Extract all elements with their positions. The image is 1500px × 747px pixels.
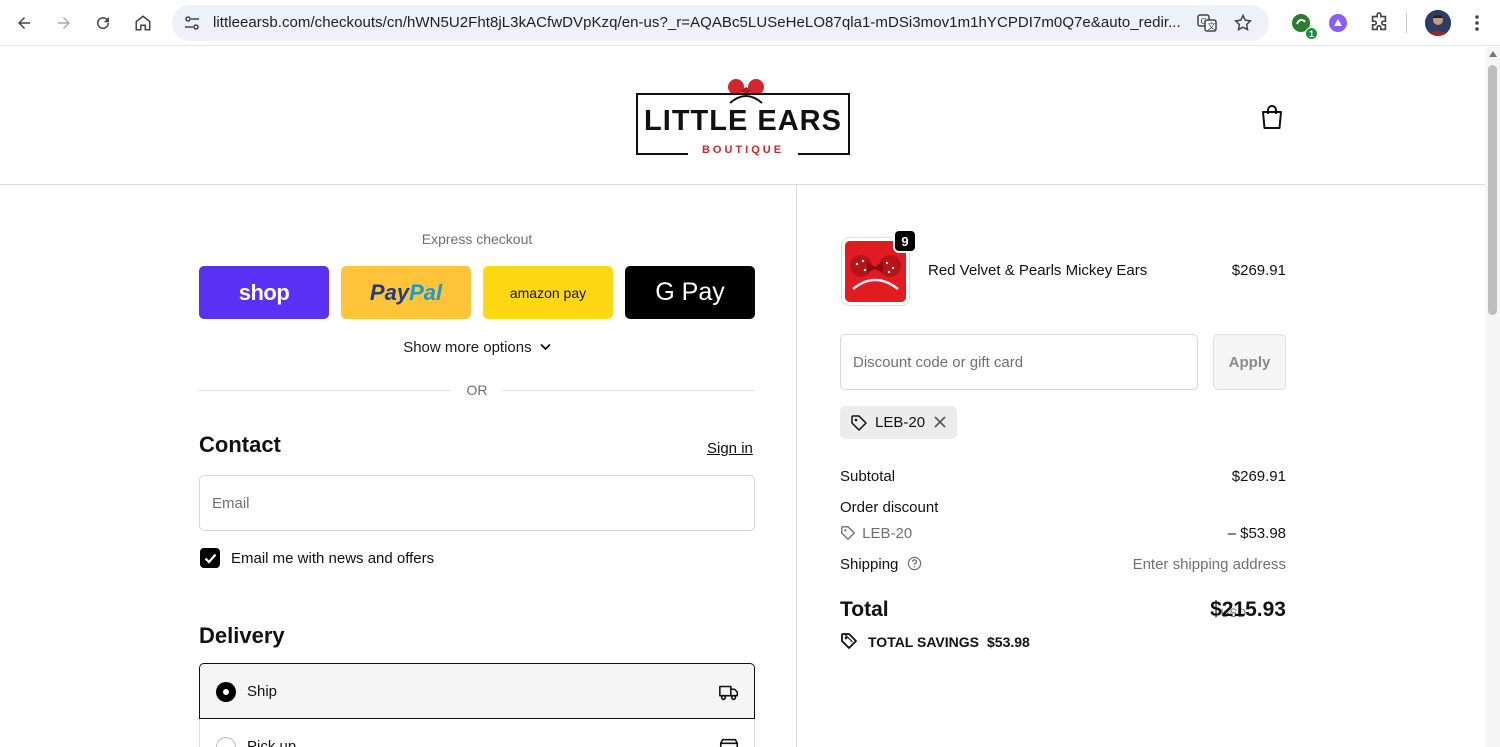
profile-avatar[interactable] (1425, 10, 1451, 36)
shop-pay-button[interactable]: shop (199, 266, 329, 319)
product-name: Red Velvet & Pearls Mickey Ears (928, 262, 1148, 279)
chevron-down-icon (540, 343, 551, 351)
contact-heading: Contact (199, 432, 281, 457)
savings-label: TOTAL SAVINGS (868, 634, 979, 650)
store-logo[interactable]: LITTLE EARS BOUTIQUE (636, 73, 850, 156)
email-field[interactable] (199, 475, 755, 531)
amazon-pay-button[interactable]: amazon pay (483, 266, 613, 319)
quantity-badge: 9 (893, 229, 917, 253)
toolbar-divider (1406, 13, 1407, 33)
tag-icon (841, 526, 855, 540)
address-bar[interactable]: littleearsb.com/checkouts/cn/hWN5U2Fht8j… (172, 5, 1269, 41)
home-icon (135, 15, 151, 31)
reload-button[interactable] (89, 9, 117, 37)
sign-in-link[interactable]: Sign in (707, 440, 753, 457)
applied-code-chip: LEB-20 (840, 406, 957, 439)
apply-discount-button[interactable]: Apply (1213, 334, 1286, 390)
logo-title: LITTLE EARS (644, 105, 842, 137)
shipping-value: Enter shipping address (1132, 556, 1286, 573)
extension-badge: 1 (1305, 27, 1318, 40)
show-more-options-label: Show more options (403, 339, 532, 356)
subtotal-value: $269.91 (1231, 468, 1286, 485)
extension-purple-icon[interactable] (1325, 10, 1351, 36)
ship-label: Ship (247, 683, 278, 700)
order-discount-row: Order discount (840, 499, 1286, 516)
browser-toolbar: littleearsb.com/checkouts/cn/hWN5U2Fht8j… (0, 0, 1500, 46)
pickup-label: Pick up (247, 738, 297, 747)
product-price: $269.91 (1231, 262, 1286, 279)
delivery-option-pickup[interactable]: Pick up (199, 719, 755, 747)
scroll-up-arrow-icon[interactable] (1488, 51, 1497, 57)
delivery-heading: Delivery (199, 623, 285, 648)
help-circle-icon[interactable] (907, 556, 922, 571)
savings-tag-icon (841, 633, 857, 649)
subtotal-row: Subtotal $269.91 (840, 468, 1286, 485)
forward-button[interactable] (50, 9, 78, 37)
ship-radio[interactable] (216, 682, 236, 702)
shipping-label: Shipping (840, 556, 899, 573)
pickup-radio[interactable] (216, 737, 236, 747)
store-icon (719, 738, 739, 747)
back-button[interactable] (10, 9, 38, 37)
shipping-row: Shipping Enter shipping address (840, 556, 1286, 573)
newsletter-label: Email me with news and offers (231, 550, 435, 567)
newsletter-checkbox[interactable] (200, 548, 220, 568)
svg-text:文: 文 (1208, 21, 1216, 31)
checkout-form: Express checkout shop PayPal amazon pay … (0, 185, 797, 747)
total-amount: $215.93 (1210, 598, 1286, 621)
tag-icon (851, 415, 867, 431)
menu-kebab-icon[interactable] (1464, 10, 1490, 36)
paypal-button[interactable]: PayPal (341, 266, 471, 319)
discount-code-label: LEB-20 (862, 525, 913, 542)
arrow-right-icon (58, 17, 70, 29)
amazon-pay-label: amazon pay (509, 284, 587, 301)
extensions-puzzle-icon[interactable] (1366, 10, 1392, 36)
order-summary: 9 Red Velvet & Pearls Mickey Ears $269.9… (798, 185, 1485, 747)
url-text[interactable]: littleearsb.com/checkouts/cn/hWN5U2Fht8j… (213, 14, 1193, 31)
google-pay-label: G Pay (655, 278, 725, 306)
delivery-truck-icon (719, 685, 739, 701)
show-more-options-button[interactable]: Show more options (199, 339, 755, 356)
delivery-option-ship[interactable]: Ship (199, 663, 755, 719)
or-text: OR (466, 382, 488, 398)
applied-code-text: LEB-20 (875, 414, 926, 431)
shop-pay-label: shop (238, 279, 290, 305)
checkmark-icon (204, 553, 216, 564)
page-scrollbar[interactable] (1485, 47, 1500, 747)
translate-icon[interactable]: G文 (1196, 12, 1218, 34)
express-checkout-label: Express checkout (421, 231, 533, 247)
remove-code-icon[interactable] (931, 413, 949, 431)
google-pay-button[interactable]: G Pay (625, 266, 755, 319)
discount-input[interactable] (841, 335, 1197, 389)
savings-value: $53.98 (987, 634, 1030, 650)
subtotal-label: Subtotal (840, 468, 896, 485)
total-label: Total (840, 598, 889, 621)
discount-value: – $53.98 (1227, 525, 1286, 542)
order-discount-label: Order discount (840, 499, 939, 516)
email-input[interactable] (200, 476, 754, 530)
or-divider: OR (199, 381, 755, 399)
extension-green-icon[interactable]: 1 (1288, 10, 1318, 40)
paypal-label: PayPal (369, 279, 443, 305)
bookmark-star-icon[interactable] (1232, 12, 1254, 34)
logo-subtitle: BOUTIQUE (688, 144, 798, 156)
arrow-left-icon (18, 17, 30, 29)
reload-icon (97, 17, 110, 30)
shopping-bag-icon[interactable] (1260, 104, 1284, 130)
scrollbar-thumb[interactable] (1488, 65, 1497, 315)
discount-code-row: LEB-20 – $53.98 (840, 525, 1286, 542)
home-button[interactable] (129, 9, 157, 37)
site-info-icon[interactable] (182, 13, 202, 33)
discount-field[interactable] (840, 334, 1198, 390)
